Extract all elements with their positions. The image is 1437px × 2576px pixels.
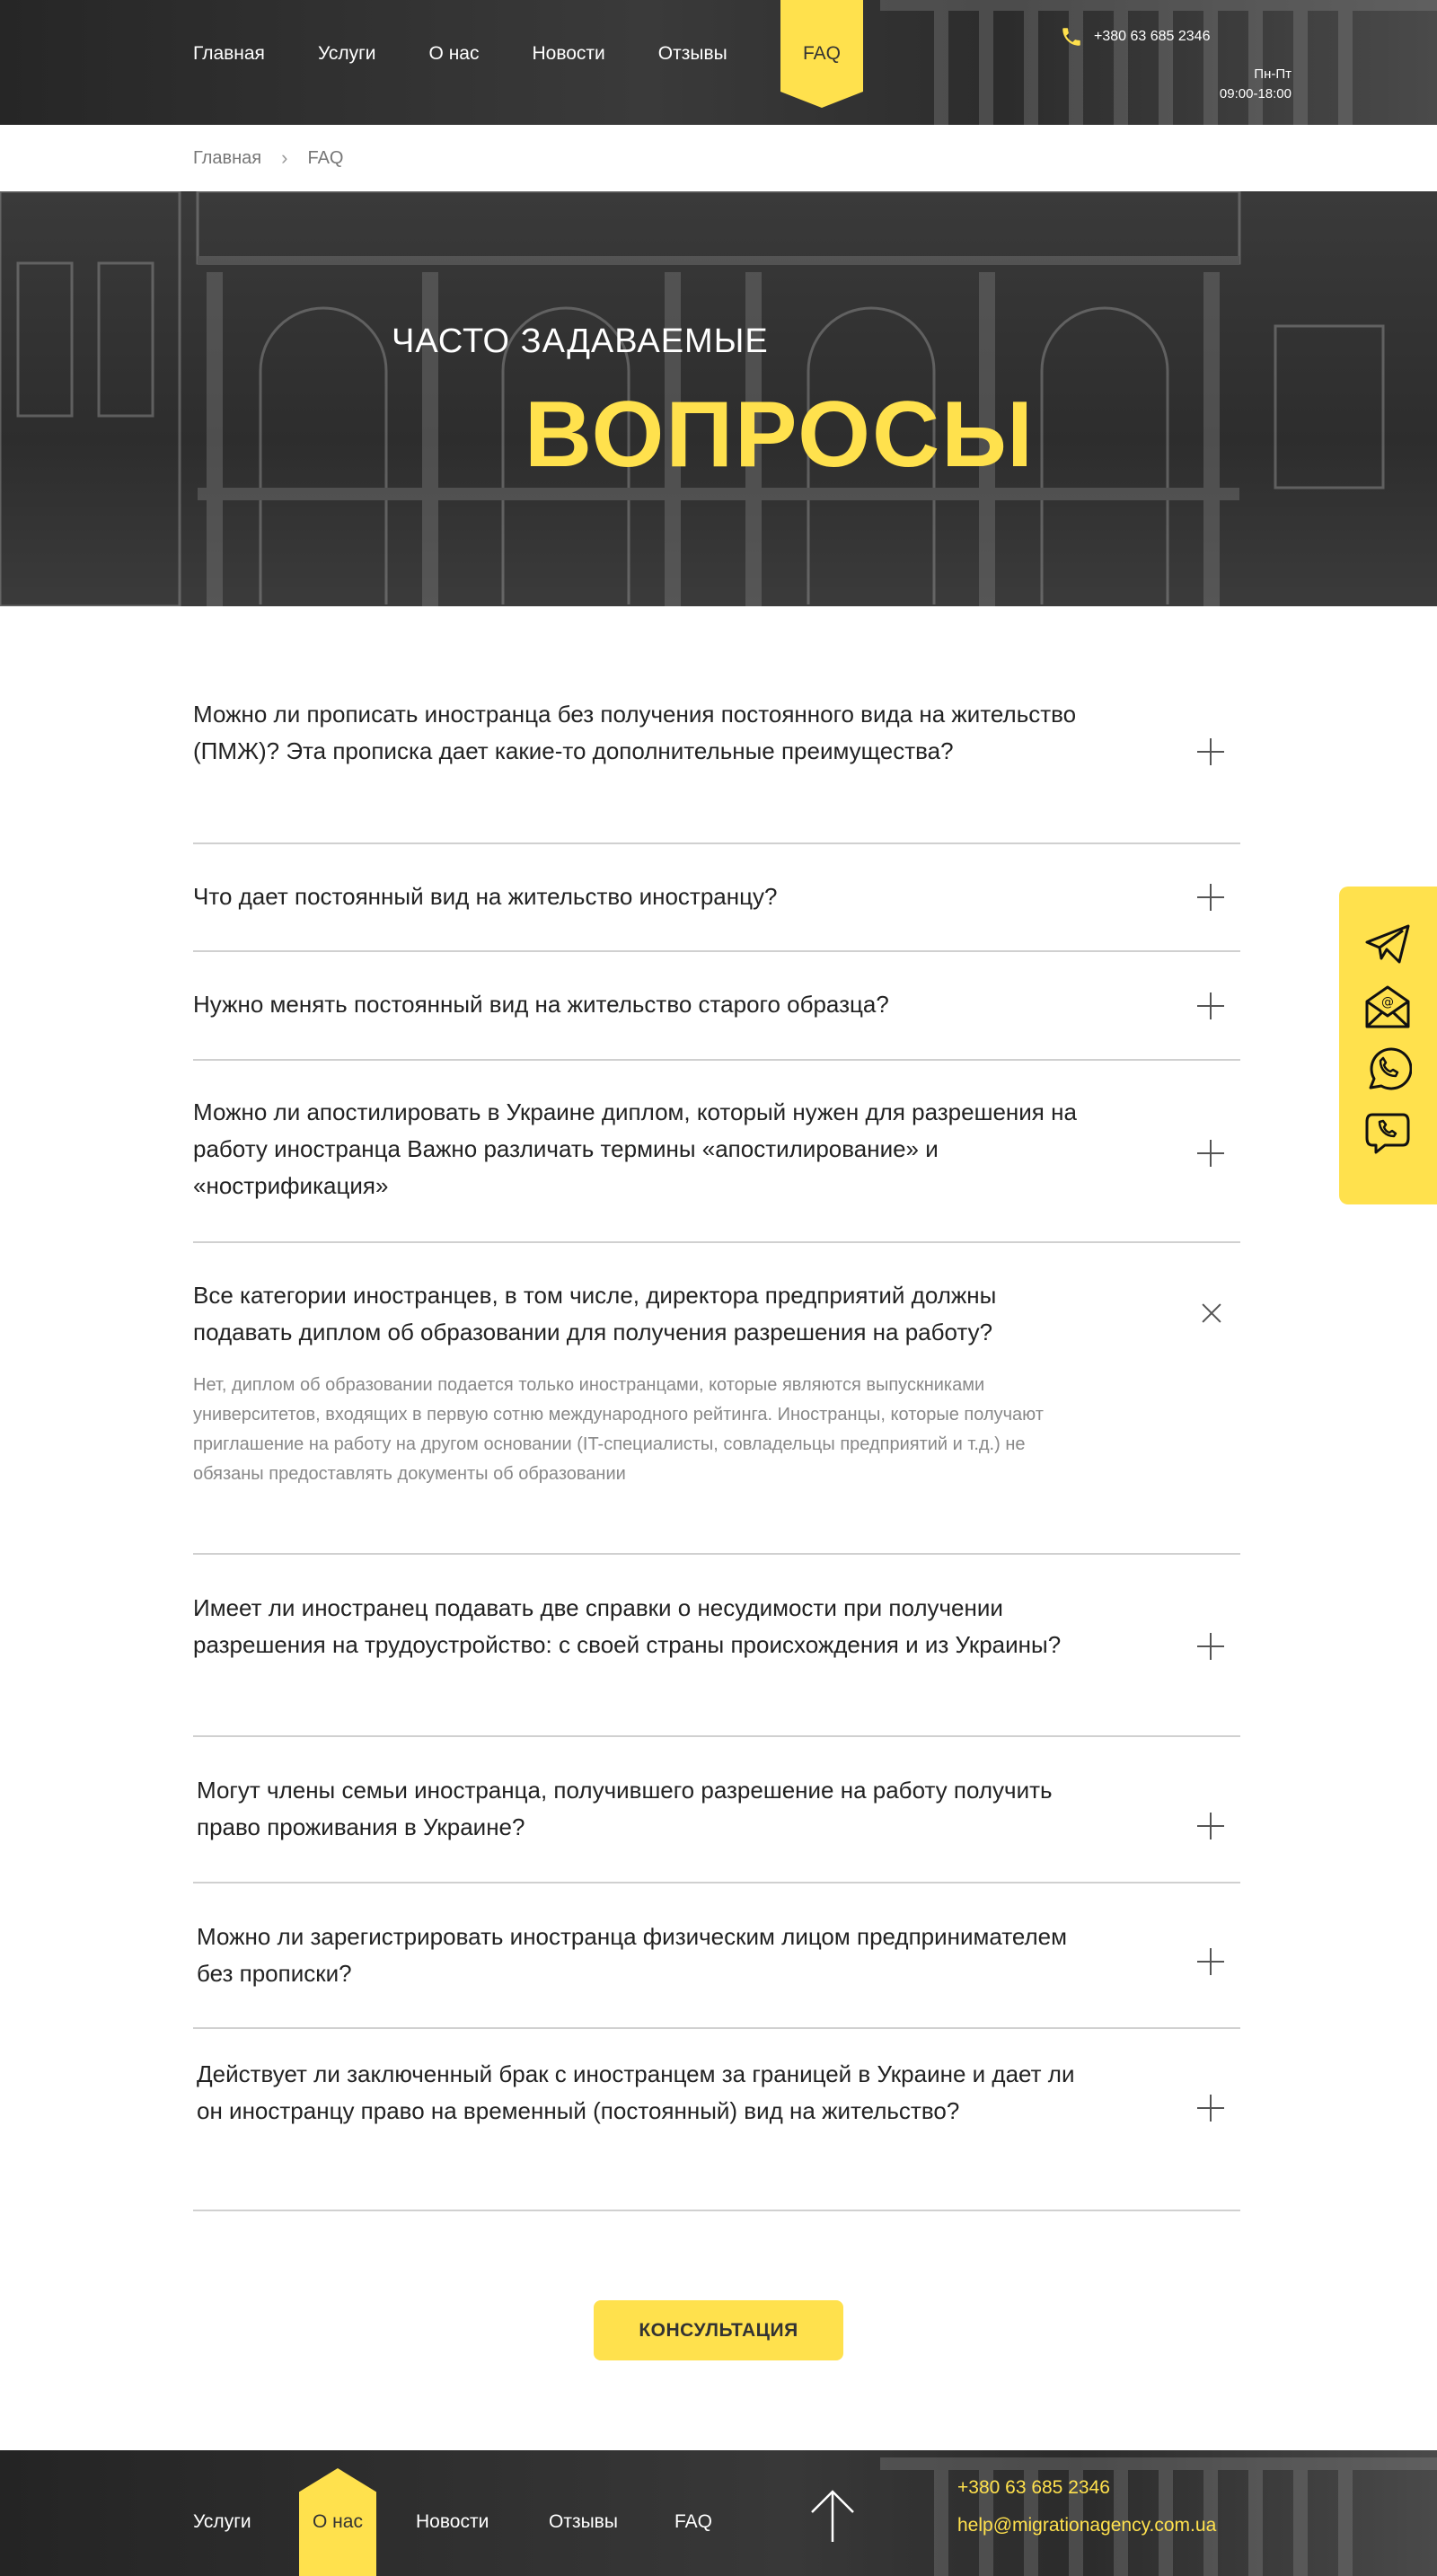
faq-item[interactable]: Можно ли апостилировать в Украине диплом… — [193, 1061, 1240, 1243]
breadcrumb: Главная › FAQ — [193, 125, 343, 191]
faq-question[interactable]: Нужно менять постоянный вид на жительств… — [193, 986, 1091, 1023]
faq-item[interactable]: Нужно менять постоянный вид на жительств… — [193, 952, 1240, 1061]
footer-nav-about[interactable]: О нас — [299, 2468, 376, 2576]
telegram-icon[interactable] — [1363, 919, 1412, 967]
header-phone-number: +380 63 685 2346 — [1094, 29, 1211, 44]
header-building-decor — [880, 0, 1437, 125]
faq-question[interactable]: Имеет ли иностранец подавать две справки… — [193, 1590, 1091, 1663]
footer-nav-news[interactable]: Новости — [416, 2511, 489, 2533]
faq-question[interactable]: Все категории иностранцев, в том числе, … — [193, 1277, 1091, 1351]
nav-services[interactable]: Услуги — [318, 43, 376, 65]
hero-subtitle: ЧАСТО ЗАДАВАЕМЫЕ — [392, 322, 769, 360]
working-time: 09:00-18:00 — [1219, 86, 1292, 101]
faq-question[interactable]: Что дает постоянный вид на жительство ин… — [193, 878, 1091, 915]
messenger-widget: @ — [1339, 887, 1437, 1204]
nav-news[interactable]: Новости — [532, 43, 604, 65]
site-header: Главная Услуги О нас Новости Отзывы FAQ … — [0, 0, 1437, 125]
faq-question[interactable]: Можно ли зарегистрировать иностранца физ… — [197, 1919, 1095, 1992]
chevron-right-icon: › — [281, 146, 288, 169]
faq-question[interactable]: Можно ли апостилировать в Украине диплом… — [193, 1094, 1091, 1204]
nav-home[interactable]: Главная — [193, 43, 265, 65]
plus-icon[interactable] — [1197, 991, 1228, 1021]
nav-about[interactable]: О нас — [429, 43, 480, 65]
plus-icon[interactable] — [1197, 1138, 1228, 1169]
plus-icon[interactable] — [1197, 2093, 1228, 2123]
plus-icon[interactable] — [1197, 737, 1228, 767]
working-days: Пн-Пт — [1254, 66, 1292, 82]
close-icon[interactable] — [1197, 1301, 1228, 1331]
svg-text:@: @ — [1381, 995, 1394, 1010]
faq-item[interactable]: Имеет ли иностранец подавать две справки… — [193, 1555, 1240, 1737]
header-phone[interactable]: +380 63 685 2346 — [1060, 25, 1210, 49]
faq-item[interactable]: Действует ли заключенный брак с иностран… — [193, 2029, 1240, 2211]
plus-icon[interactable] — [1197, 1811, 1228, 1841]
footer-email[interactable]: help@migrationagency.com.ua — [957, 2515, 1216, 2536]
breadcrumb-home[interactable]: Главная — [193, 148, 261, 169]
faq-question[interactable]: Можно ли прописать иностранца без получе… — [193, 696, 1091, 770]
faq-item[interactable]: Что дает постоянный вид на жительство ин… — [193, 844, 1240, 952]
header-contacts: +380 63 685 2346 Пн-Пт 09:00-18:00 — [1060, 25, 1292, 101]
faq-item[interactable]: Могут члены семьи иностранца, получившег… — [193, 1737, 1240, 1883]
arrow-up-icon[interactable] — [808, 2488, 857, 2544]
footer-phone[interactable]: +380 63 685 2346 — [957, 2477, 1216, 2499]
faq-item[interactable]: Можно ли прописать иностранца без получе… — [193, 684, 1240, 844]
breadcrumb-current: FAQ — [307, 147, 344, 168]
phone-icon — [1062, 28, 1080, 46]
footer-contacts: +380 63 685 2346 help@migrationagency.co… — [957, 2477, 1216, 2553]
faq-answer: Нет, диплом об образовании подается толь… — [193, 1375, 1044, 1484]
hero-banner: ЧАСТО ЗАДАВАЕМЫЕ ВОПРОСЫ — [0, 191, 1437, 606]
footer-nav-reviews[interactable]: Отзывы — [549, 2511, 618, 2533]
whatsapp-icon[interactable] — [1363, 1045, 1412, 1093]
site-footer: Услуги О нас Новости Отзывы FAQ +380 63 … — [0, 2450, 1437, 2576]
faq-question[interactable]: Могут члены семьи иностранца, получившег… — [197, 1772, 1095, 1846]
nav-faq[interactable]: FAQ — [780, 0, 863, 108]
plus-icon[interactable] — [1197, 1946, 1228, 1977]
plus-icon[interactable] — [1197, 1631, 1228, 1662]
faq-item-expanded[interactable]: Все категории иностранцев, в том числе, … — [193, 1243, 1240, 1555]
faq-question[interactable]: Действует ли заключенный брак с иностран… — [197, 2056, 1095, 2130]
viber-icon[interactable] — [1363, 1107, 1412, 1156]
email-icon[interactable]: @ — [1363, 982, 1412, 1030]
main-nav: Главная Услуги О нас Новости Отзывы FAQ — [193, 0, 863, 108]
faq-item[interactable]: Можно ли зарегистрировать иностранца физ… — [193, 1883, 1240, 2029]
footer-nav-services[interactable]: Услуги — [193, 2511, 251, 2533]
page-title: ВОПРОСЫ — [525, 383, 1035, 487]
consultation-button[interactable]: КОНСУЛЬТАЦИЯ — [594, 2300, 843, 2360]
plus-icon[interactable] — [1197, 882, 1228, 913]
nav-reviews[interactable]: Отзывы — [658, 43, 727, 65]
working-hours: Пн-Пт 09:00-18:00 — [1139, 65, 1292, 104]
footer-nav-faq[interactable]: FAQ — [674, 2511, 712, 2533]
